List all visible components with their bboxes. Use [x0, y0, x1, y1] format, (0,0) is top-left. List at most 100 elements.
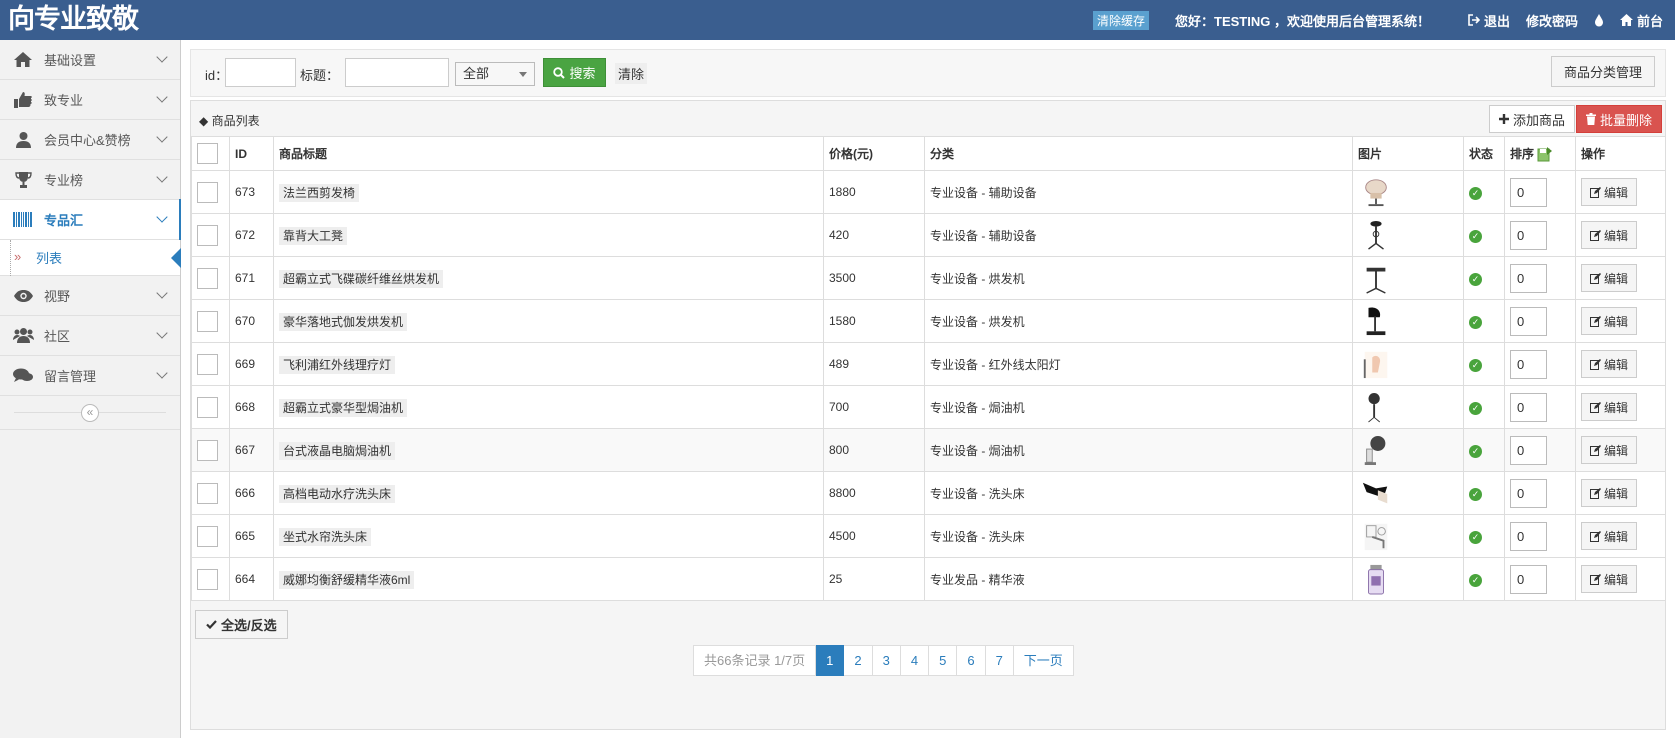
row-checkbox[interactable] — [197, 224, 218, 246]
edit-icon — [1590, 401, 1601, 413]
sort-order-input[interactable]: 0 — [1510, 392, 1547, 422]
row-checkbox[interactable] — [197, 396, 218, 418]
search-button[interactable]: 搜索 — [543, 58, 606, 87]
edit-label: 编辑 — [1604, 486, 1629, 501]
status-ok-icon[interactable]: ✓ — [1469, 487, 1482, 501]
product-list-panel: ◆ 商品列表 添加商品 批量删除 ID 商品标题 价格(元) 分类 图片 状态 … — [190, 100, 1666, 730]
row-checkbox[interactable] — [197, 310, 218, 332]
next-page-link[interactable]: 下一页 — [1013, 645, 1074, 676]
clear-cache-button[interactable]: 清除缓存 — [1092, 10, 1149, 30]
row-checkbox[interactable] — [197, 267, 218, 289]
change-password-link[interactable]: 修改密码 — [1526, 11, 1578, 30]
row-select-cell — [191, 170, 230, 214]
product-title: 威娜均衡舒缓精华液6ml — [279, 570, 415, 589]
status-ok-icon[interactable]: ✓ — [1469, 229, 1482, 243]
save-sort-icon[interactable] — [1537, 147, 1553, 162]
sort-order-input[interactable]: 0 — [1510, 220, 1547, 250]
sidebar-item-zhi-zhuanye[interactable]: 致专业 — [0, 80, 180, 120]
page-link[interactable]: 7 — [985, 645, 1014, 676]
sort-order-input[interactable]: 0 — [1510, 478, 1547, 508]
sidebar-item-member-center[interactable]: 会员中心&赞榜 — [0, 120, 180, 160]
sidebar-item-vision[interactable]: 视野 — [0, 276, 180, 316]
status-ok-icon[interactable]: ✓ — [1469, 444, 1482, 458]
edit-icon — [1590, 272, 1601, 284]
page-link[interactable]: 3 — [872, 645, 901, 676]
edit-button[interactable]: 编辑 — [1581, 221, 1638, 249]
status-ok-icon[interactable]: ✓ — [1469, 530, 1482, 544]
sidebar-item-message-management[interactable]: 留言管理 — [0, 356, 180, 396]
batch-delete-label: 批量删除 — [1599, 112, 1652, 128]
edit-button[interactable]: 编辑 — [1581, 436, 1638, 464]
home-icon — [12, 52, 34, 68]
select-all-toggle-button[interactable]: 全选/反选 — [195, 610, 288, 639]
status-ok-icon[interactable]: ✓ — [1469, 358, 1482, 372]
page-link[interactable]: 2 — [844, 645, 873, 676]
edit-label: 编辑 — [1604, 271, 1629, 286]
id-search-input[interactable] — [225, 58, 296, 87]
sort-order-input[interactable]: 0 — [1510, 306, 1547, 336]
category-select[interactable]: 全部 — [455, 62, 535, 86]
select-all-checkbox[interactable] — [197, 143, 218, 164]
edit-button[interactable]: 编辑 — [1581, 479, 1638, 507]
product-price: 8800 — [823, 471, 925, 515]
edit-button[interactable]: 编辑 — [1581, 307, 1638, 335]
add-product-button[interactable]: 添加商品 — [1488, 105, 1575, 133]
product-title-cell: 飞利浦红外线理疗灯 — [273, 342, 824, 386]
edit-button[interactable]: 编辑 — [1581, 264, 1638, 292]
sidebar-item-professional-ranking[interactable]: 专业榜 — [0, 160, 180, 200]
column-header-sort[interactable]: 排序 — [1504, 136, 1576, 171]
product-thumbnail — [1364, 435, 1386, 465]
row-checkbox[interactable] — [197, 482, 218, 504]
status-ok-icon[interactable]: ✓ — [1469, 186, 1482, 200]
sidebar-item-basic-settings[interactable]: 基础设置 — [0, 40, 180, 80]
row-checkbox[interactable] — [197, 181, 218, 203]
row-checkbox[interactable] — [197, 353, 218, 375]
status-ok-icon[interactable]: ✓ — [1469, 573, 1482, 587]
clear-button[interactable]: 清除 — [615, 63, 648, 84]
row-select-cell — [191, 428, 230, 472]
edit-label: 编辑 — [1604, 443, 1629, 458]
edit-label: 编辑 — [1604, 529, 1629, 544]
action-cell: 编辑 — [1575, 213, 1666, 257]
page-link[interactable]: 5 — [929, 645, 958, 676]
edit-button[interactable]: 编辑 — [1581, 565, 1638, 593]
product-title-cell: 超霸立式飞碟碳纤维丝烘发机 — [273, 256, 824, 300]
table-row: 669 飞利浦红外线理疗灯 489 专业设备 - 红外线太阳灯 ✓ 0 编辑 — [191, 342, 1666, 386]
status-ok-icon[interactable]: ✓ — [1469, 401, 1482, 415]
edit-button[interactable]: 编辑 — [1581, 393, 1638, 421]
theme-link[interactable] — [1594, 13, 1604, 27]
status-ok-icon[interactable]: ✓ — [1469, 315, 1482, 329]
logout-link[interactable]: 退出 — [1468, 11, 1510, 30]
sort-order-input[interactable]: 0 — [1510, 564, 1547, 594]
sidebar-item-community[interactable]: 社区 — [0, 316, 180, 356]
edit-button[interactable]: 编辑 — [1581, 522, 1638, 550]
product-title-cell: 坐式水帘洗头床 — [273, 514, 824, 558]
product-price: 25 — [823, 557, 925, 601]
frontend-link[interactable]: 前台 — [1619, 11, 1663, 30]
row-checkbox[interactable] — [197, 439, 218, 461]
page-link[interactable]: 4 — [900, 645, 930, 676]
title-search-input[interactable] — [345, 58, 449, 87]
sort-order-input[interactable]: 0 — [1510, 521, 1547, 551]
edit-icon — [1590, 186, 1601, 198]
category-management-button[interactable]: 商品分类管理 — [1550, 56, 1655, 87]
edit-button[interactable]: 编辑 — [1581, 178, 1638, 206]
sidebar-subitem-list[interactable]: » 列表 — [0, 240, 181, 276]
sidebar-item-zhuanpinhui[interactable]: 专品汇 — [0, 199, 181, 240]
row-checkbox[interactable] — [197, 568, 218, 590]
page-link[interactable]: 1 — [816, 645, 845, 676]
status-ok-icon[interactable]: ✓ — [1469, 272, 1482, 286]
sort-order-input[interactable]: 0 — [1510, 177, 1547, 207]
product-category: 专业设备 - 辅助设备 — [924, 170, 1353, 214]
sort-order-input[interactable]: 0 — [1510, 435, 1547, 465]
sort-order-input[interactable]: 0 — [1510, 263, 1547, 293]
batch-delete-button[interactable]: 批量删除 — [1575, 105, 1662, 133]
table-row: 671 超霸立式飞碟碳纤维丝烘发机 3500 专业设备 - 烘发机 ✓ 0 编辑 — [191, 256, 1666, 300]
page-link[interactable]: 6 — [957, 645, 986, 676]
product-thumbnail — [1362, 482, 1388, 504]
status-cell: ✓ — [1463, 557, 1505, 601]
row-checkbox[interactable] — [197, 525, 218, 547]
edit-button[interactable]: 编辑 — [1581, 350, 1638, 378]
sort-order-input[interactable]: 0 — [1510, 349, 1547, 379]
collapse-sidebar-button[interactable]: « — [81, 404, 99, 422]
